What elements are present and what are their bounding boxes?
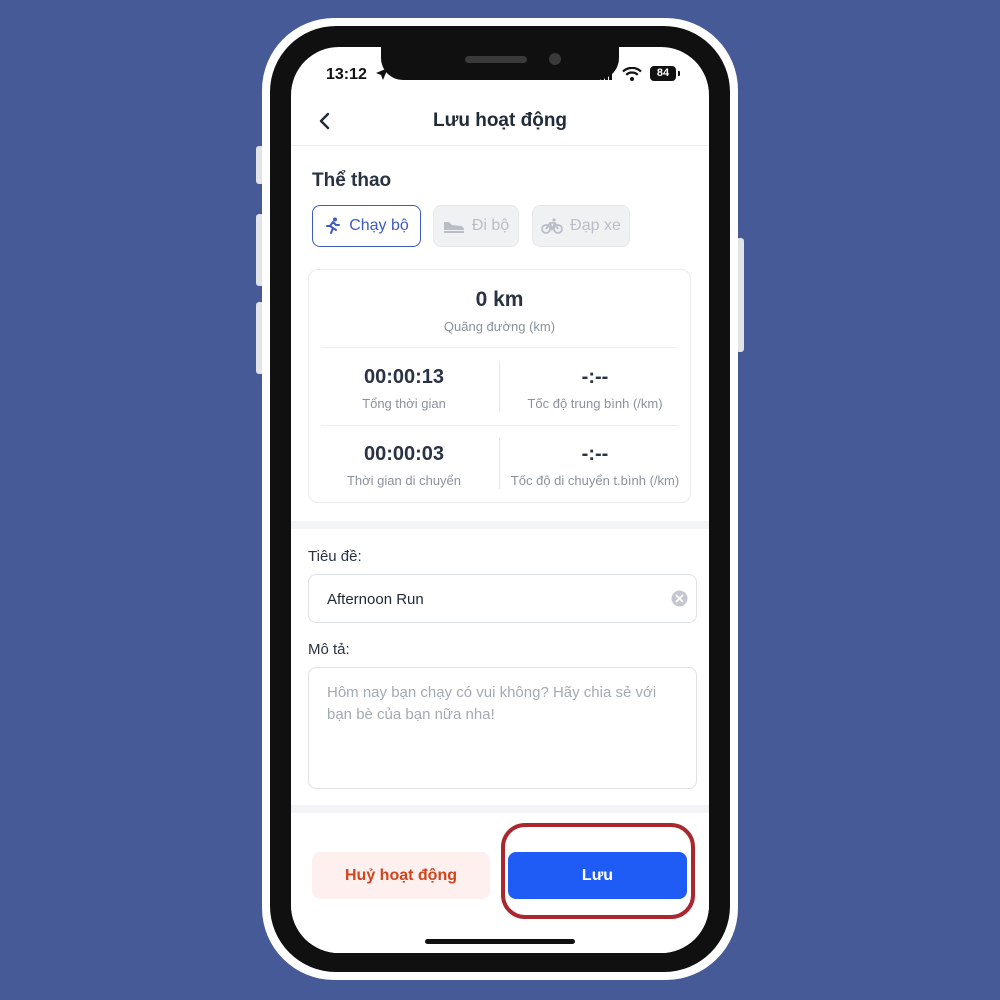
distance-value: 0 km — [475, 288, 524, 311]
moving-pace-label: Tốc độ di chuyển t.bình (/km) — [510, 473, 680, 488]
page-title: Lưu hoạt động — [432, 110, 568, 131]
total-time-value: 00:00:13 — [363, 366, 445, 388]
sport-option-running[interactable]: Chạy bộ — [312, 205, 421, 247]
sport-option-cycling[interactable]: Đạp xe — [532, 205, 630, 247]
clear-input-icon[interactable] — [671, 590, 688, 607]
sport-option-walking[interactable]: Đi bộ — [433, 205, 519, 247]
title-field-label: Tiêu đề: — [308, 548, 362, 565]
wifi-icon — [622, 67, 642, 81]
moving-time-label: Thời gian di chuyển — [346, 473, 462, 488]
section-divider — [291, 521, 709, 529]
stats-divider — [321, 347, 678, 348]
app-header: Lưu hoạt động — [291, 95, 709, 146]
status-time: 13:12 — [326, 66, 367, 83]
moving-time-value: 00:00:03 — [363, 443, 445, 465]
battery-tip — [678, 71, 680, 76]
notch — [381, 47, 619, 80]
save-button-highlight — [501, 823, 695, 919]
battery-indicator: 84 — [650, 66, 676, 81]
speaker-grille — [465, 56, 527, 63]
phone-screen: 13:12 84 Lưu hoạt động Thể thao Chạy bộ — [291, 47, 709, 953]
avg-pace-value: -:-- — [581, 366, 609, 388]
sport-section-title: Thể thao — [312, 170, 392, 191]
home-indicator[interactable] — [425, 939, 575, 944]
description-textarea[interactable]: Hôm nay bạn chạy có vui không? Hãy chia … — [308, 667, 697, 789]
moving-pace-value: -:-- — [581, 443, 609, 465]
total-time-label: Tổng thời gian — [362, 396, 446, 411]
bicycle-icon — [541, 218, 564, 234]
section-divider — [291, 805, 709, 813]
sport-option-label: Đạp xe — [570, 217, 621, 234]
cancel-activity-button[interactable]: Huỷ hoạt động — [312, 852, 490, 899]
running-icon — [326, 217, 341, 234]
description-placeholder: Hôm nay bạn chạy có vui không? Hãy chia … — [327, 684, 657, 723]
title-input[interactable]: Afternoon Run — [308, 574, 697, 623]
avg-pace-label: Tốc độ trung bình (/km) — [527, 396, 663, 411]
shoe-icon — [443, 222, 464, 233]
title-input-value: Afternoon Run — [327, 591, 424, 608]
description-field-label: Mô tả: — [308, 641, 350, 658]
sport-option-label: Chạy bộ — [349, 217, 409, 234]
distance-label: Quãng đường (km) — [443, 319, 556, 334]
sport-option-label: Đi bộ — [471, 217, 510, 234]
stats-divider — [321, 425, 678, 426]
front-camera — [549, 53, 561, 65]
activity-stats-card: 0 km Quãng đường (km) 00:00:13 Tổng thời… — [308, 269, 691, 503]
